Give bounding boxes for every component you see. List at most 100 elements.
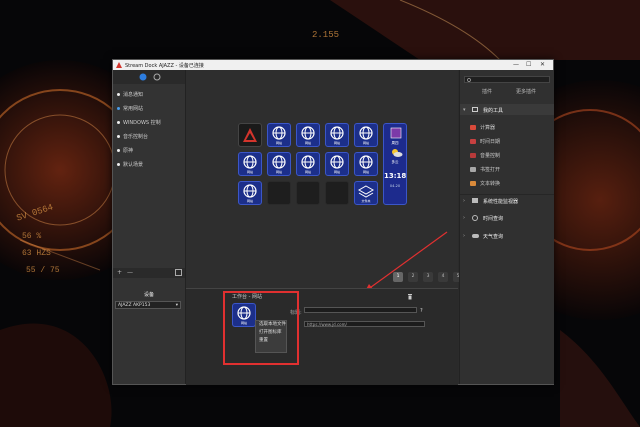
scene-dot-icon: [117, 121, 120, 124]
globe-icon: [359, 126, 373, 140]
key-website[interactable]: 网站: [354, 152, 378, 176]
scene-dot-icon: [117, 163, 120, 166]
toolbox-icon: [472, 107, 478, 112]
clock-icon: [470, 139, 476, 144]
key-website[interactable]: 网站: [325, 152, 349, 176]
sidebar-item-default[interactable]: 默认场景: [117, 161, 143, 168]
globe-icon: [272, 126, 286, 140]
layers-icon: [357, 185, 375, 198]
annotation-highlight-box: [223, 291, 299, 365]
plugin-item[interactable]: 文本转换: [470, 180, 500, 187]
clock-time: 13:18: [384, 172, 407, 180]
plugin-group-time[interactable]: › 时间查询: [460, 212, 554, 223]
calendar-icon: [390, 127, 402, 139]
chevron-right-icon: ›: [463, 198, 465, 204]
key-label: 网站: [246, 170, 253, 174]
sidebar-item-music[interactable]: 音乐控制台: [117, 133, 148, 140]
key-logo[interactable]: [238, 123, 262, 147]
scene-dot-icon: [117, 135, 120, 138]
clock-weather: 多云: [391, 160, 399, 164]
plugin-item[interactable]: 书签打开: [470, 166, 500, 173]
gear-icon[interactable]: [153, 73, 161, 81]
calculator-icon: [470, 125, 476, 130]
key-folder[interactable]: 文件夹: [354, 181, 378, 205]
sidebar-item-websites[interactable]: 常用网站: [117, 105, 143, 112]
plugin-item-label: 计算器: [480, 125, 496, 131]
plugin-group-monitor[interactable]: › 系统性能监视器: [460, 194, 554, 206]
chevron-right-icon: ›: [463, 233, 465, 239]
hud-text-c: 56 %: [22, 232, 42, 241]
volume-icon: [470, 153, 476, 158]
globe-icon: [272, 155, 286, 169]
sidebar-item-message[interactable]: 消息通知: [117, 91, 143, 98]
scene-dot-icon: [117, 107, 120, 110]
chevron-right-icon: ›: [463, 215, 465, 221]
trash-icon[interactable]: [407, 293, 413, 300]
clock-icon: [472, 215, 478, 221]
key-website[interactable]: 网站: [354, 123, 378, 147]
key-empty[interactable]: [325, 181, 349, 205]
export-icon[interactable]: [175, 269, 182, 276]
title-bar: Stream Dock AJAZZ - 设备已连接 — ☐ ✕: [113, 60, 553, 70]
key-website[interactable]: 网站: [296, 152, 320, 176]
url-input[interactable]: https://www.jd.com/: [304, 321, 425, 327]
device-select-value: AJAZZ AKP153: [118, 303, 151, 308]
add-scene-button[interactable]: +: [117, 269, 122, 276]
app-window: Stream Dock AJAZZ - 设备已连接 — ☐ ✕ 消息通知 常用网…: [112, 59, 554, 385]
bookmark-icon: [470, 167, 476, 172]
key-clock-widget[interactable]: 周四 多云 13:18 04-20: [383, 123, 407, 205]
sidebar-item-label: 默认场景: [123, 162, 144, 168]
sidebar-item-genshin[interactable]: 原神: [117, 147, 133, 154]
sidebar-item-windows[interactable]: WINDOWS 控制: [117, 119, 161, 126]
plugin-group-label: 我的工具: [483, 108, 504, 114]
key-label: 网站: [333, 170, 340, 174]
key-empty[interactable]: [296, 181, 320, 205]
globe-icon: [359, 155, 373, 169]
sidebar-item-label: 原神: [123, 148, 134, 154]
sidebar-item-label: 音乐控制台: [123, 134, 149, 140]
key-empty[interactable]: [267, 181, 291, 205]
minimize-button[interactable]: —: [513, 61, 519, 68]
key-website[interactable]: 网站: [296, 123, 320, 147]
clock-date: 04-20: [389, 184, 401, 188]
plugin-item-label: 文本转换: [480, 181, 501, 187]
key-label: 网站: [275, 141, 282, 145]
tab-more-plugins[interactable]: 更多插件: [516, 88, 536, 95]
ajazz-logo-icon: [243, 128, 257, 142]
globe-icon: [301, 155, 315, 169]
hud-text-e: 55 / 75: [26, 266, 60, 275]
cloud-sun-icon: [392, 149, 403, 157]
globe-icon: [301, 126, 315, 140]
key-label: 网站: [246, 199, 253, 203]
plugin-search-input[interactable]: [464, 76, 550, 83]
text-icon: [470, 181, 476, 186]
clock-day: 周四: [391, 141, 399, 145]
key-label: 网站: [275, 170, 282, 174]
close-button[interactable]: ✕: [540, 61, 545, 68]
plugin-group-tools[interactable]: ▾ 我的工具: [460, 104, 554, 115]
key-website[interactable]: 网站: [267, 152, 291, 176]
help-icon[interactable]: ?: [420, 308, 423, 314]
title-input[interactable]: [304, 307, 417, 313]
scene-dot-icon: [117, 149, 120, 152]
key-website[interactable]: 网站: [238, 152, 262, 176]
app-logo-icon: [116, 62, 122, 68]
plugin-item[interactable]: 音量控制: [470, 152, 500, 159]
plugin-group-label: 时间查询: [483, 216, 504, 222]
key-label: 文件夹: [361, 199, 371, 203]
tab-plugins[interactable]: 插件: [482, 88, 492, 95]
globe-icon[interactable]: [139, 73, 147, 81]
sidebar-toolbar: [113, 70, 185, 84]
plugin-item[interactable]: 计算器: [470, 124, 495, 131]
key-website[interactable]: 网站: [267, 123, 291, 147]
device-select[interactable]: AJAZZ AKP153 ▾: [115, 301, 181, 309]
chevron-down-icon: ▾: [175, 303, 178, 308]
plugin-group-weather[interactable]: › 天气查询: [460, 230, 554, 241]
remove-scene-button[interactable]: —: [127, 269, 133, 276]
key-website[interactable]: 网站: [238, 181, 262, 205]
key-website[interactable]: 网站: [325, 123, 349, 147]
plugin-item[interactable]: 时间日期: [470, 138, 500, 145]
key-label: 网站: [333, 141, 340, 145]
maximize-button[interactable]: ☐: [526, 61, 531, 68]
key-label: 网站: [304, 170, 311, 174]
